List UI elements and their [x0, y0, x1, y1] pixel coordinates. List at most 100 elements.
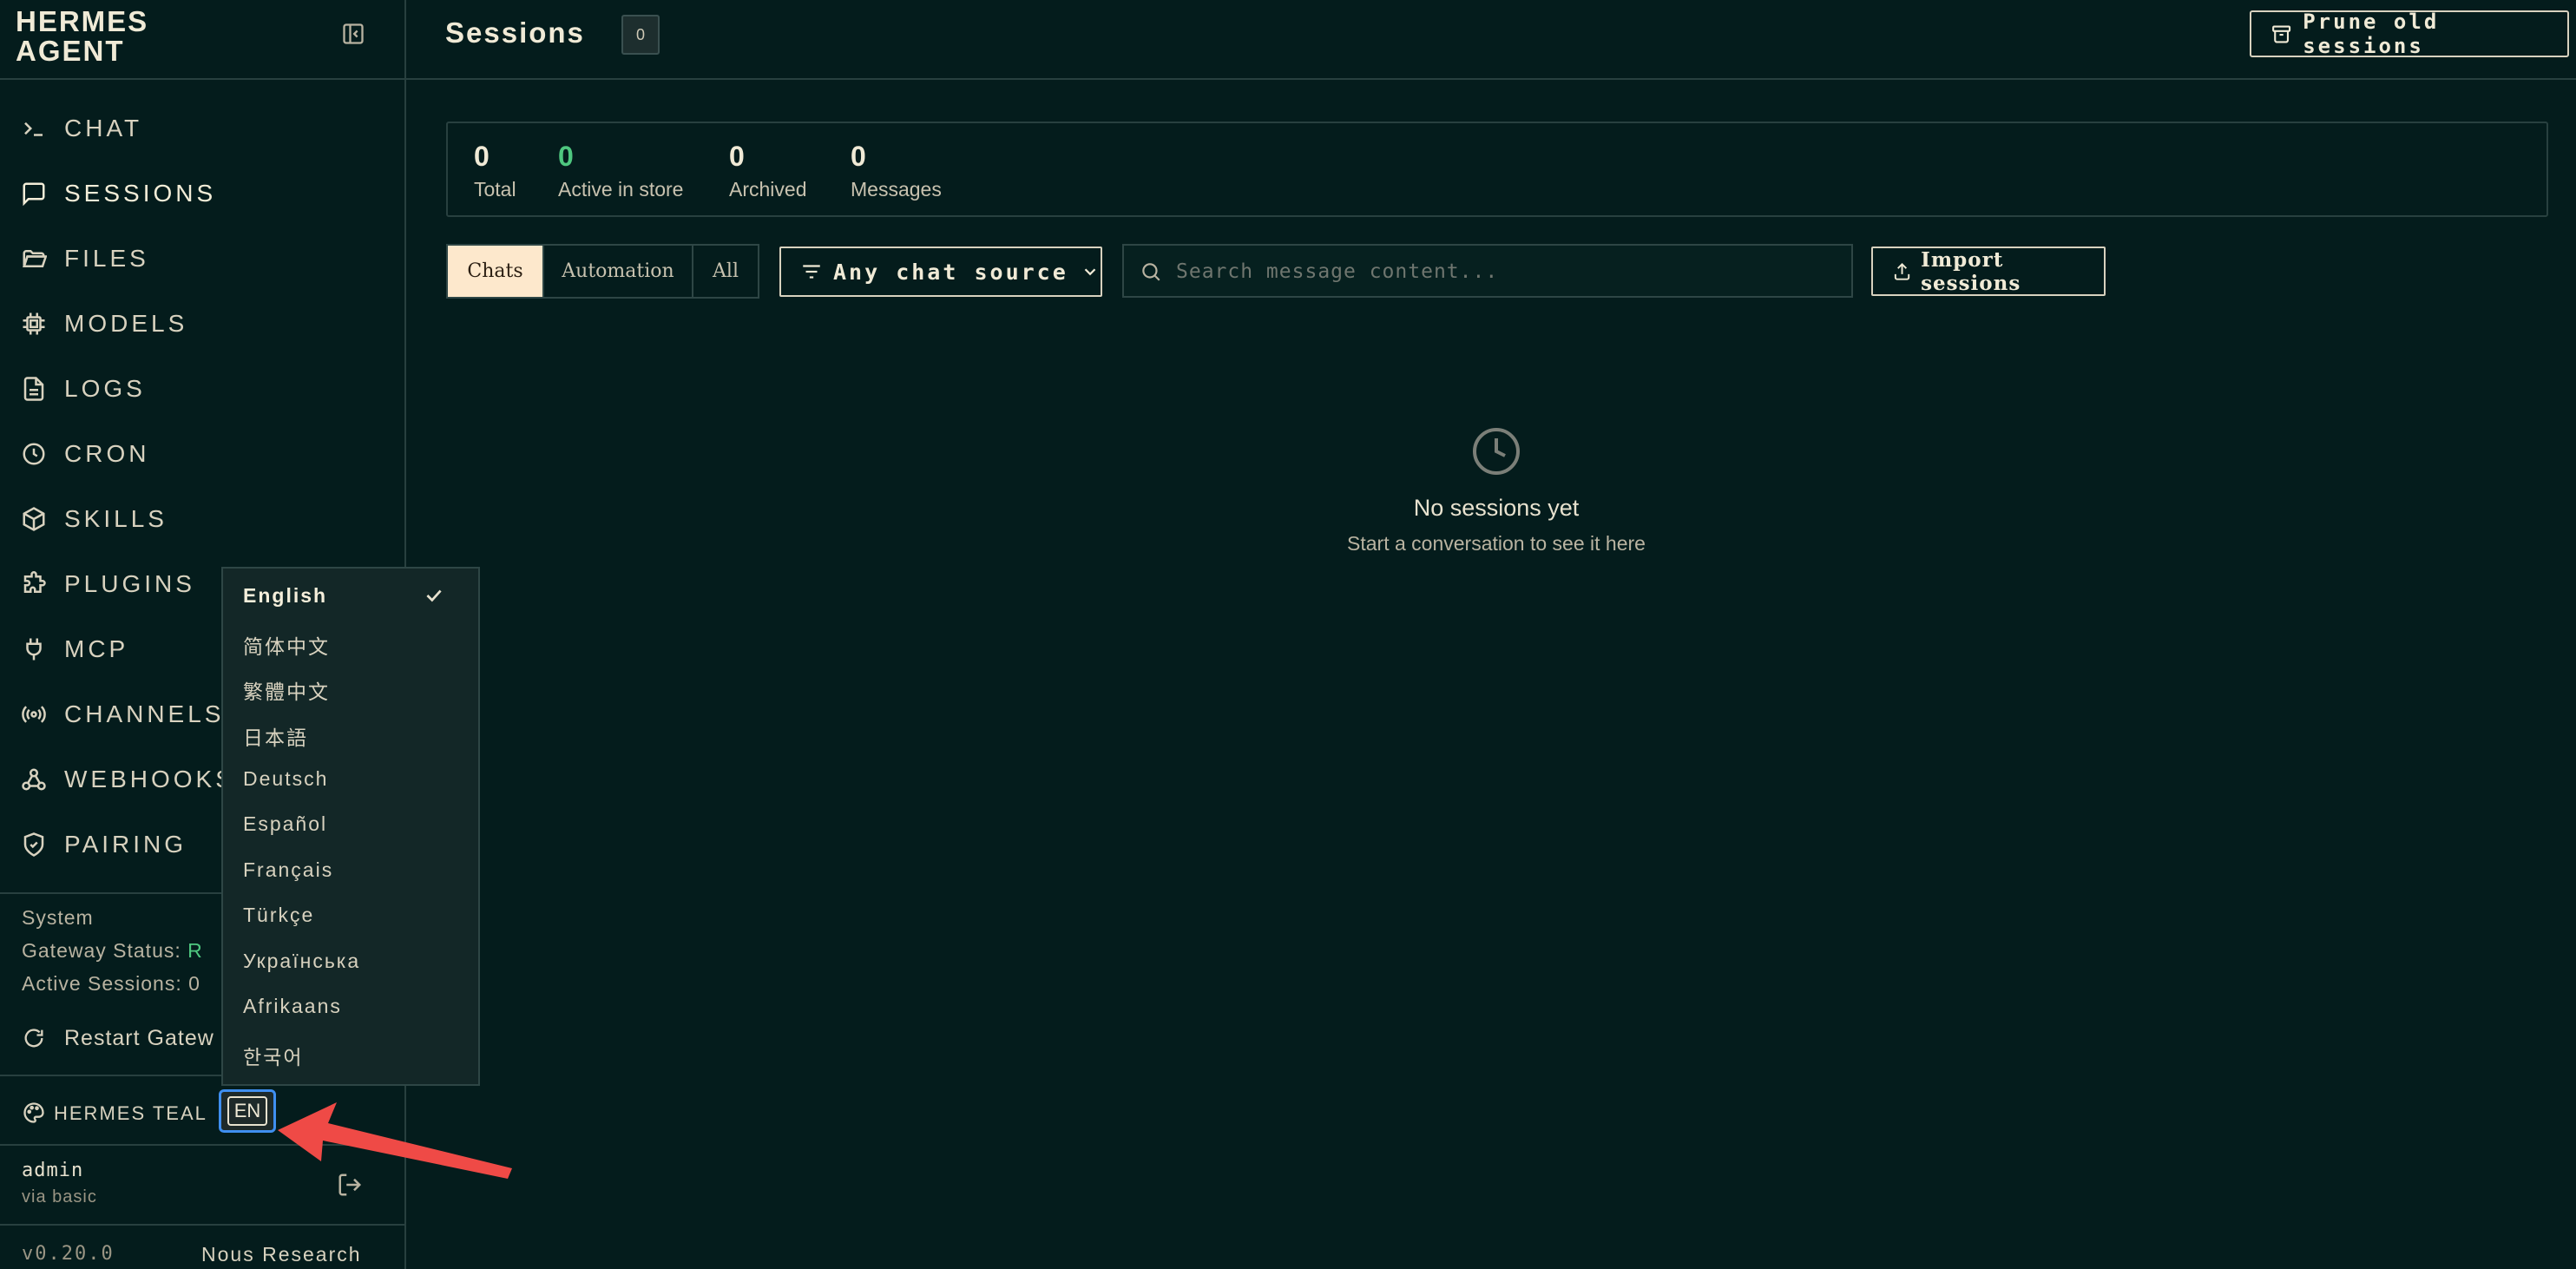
file-text-icon — [23, 376, 44, 401]
active-sessions: Active Sessions: 0 — [22, 972, 200, 996]
puzzle-icon — [23, 570, 46, 593]
sidebar-item-sessions[interactable]: SESSIONS — [0, 161, 404, 226]
language-option-french[interactable]: Français — [243, 858, 469, 893]
prune-button-label: Prune old sessions — [2303, 10, 2440, 58]
sidebar-item-label: LOGS — [64, 374, 146, 402]
sidebar-item-label: FILES — [64, 244, 149, 272]
empty-state-subtitle: Start a conversation to see it here — [1347, 532, 1646, 555]
message-square-icon — [23, 182, 45, 206]
vendor-link[interactable]: Nous Research — [201, 1243, 362, 1266]
sidebar-item-cron[interactable]: CRON — [0, 421, 404, 486]
language-option-label: English — [243, 584, 328, 607]
active-sessions-label: Active Sessions: — [22, 972, 182, 995]
language-option-german[interactable]: Deutsch — [243, 767, 469, 802]
session-count-badge: 0 — [621, 15, 660, 55]
prune-old-sessions-button[interactable]: Prune old sessions — [2250, 10, 2569, 58]
sidebar-item-files[interactable]: FILES — [0, 226, 404, 291]
stat-value: 0 — [558, 141, 574, 172]
cpu-chip-icon — [23, 312, 45, 334]
system-heading: System — [22, 906, 94, 929]
shield-check-icon — [23, 832, 44, 857]
search-icon — [1142, 263, 1160, 281]
language-option-korean[interactable]: 한국어 — [243, 1041, 469, 1075]
radio-broadcast-icon — [22, 705, 46, 723]
upload-icon — [1894, 262, 1910, 280]
chevron-down-icon — [1084, 268, 1096, 276]
clock-icon — [1473, 428, 1520, 475]
tab-all[interactable]: All — [693, 246, 758, 297]
session-type-tabs: Chats Automation All — [446, 244, 759, 299]
page-header: Sessions 0 Prune old sessions — [406, 0, 2576, 80]
language-option-turkish[interactable]: Türkçe — [243, 904, 469, 938]
plug-icon — [26, 638, 42, 660]
empty-state: No sessions yet Start a conversation to … — [1236, 425, 1757, 573]
page-title: Sessions — [445, 16, 585, 49]
stat-label: Total — [474, 178, 516, 201]
sidebar-footer: v0.20.0 Nous Research — [0, 1227, 404, 1269]
language-option-afrikaans[interactable]: Afrikaans — [243, 995, 469, 1029]
active-sessions-value: 0 — [188, 972, 200, 995]
brand-logo: HERMES AGENT — [16, 5, 149, 67]
stat-value: 0 — [729, 141, 745, 172]
stat-messages: 0 Messages — [851, 141, 942, 201]
sidebar-item-chat[interactable]: CHAT — [0, 95, 404, 161]
package-cube-icon — [23, 506, 45, 531]
refresh-icon — [24, 1029, 43, 1048]
collapse-sidebar-icon[interactable] — [341, 22, 365, 46]
stat-label: Messages — [851, 178, 942, 201]
empty-state-title: No sessions yet — [1413, 495, 1580, 521]
language-option-spanish[interactable]: Español — [243, 812, 469, 847]
terminal-icon — [24, 122, 43, 136]
brand-header: HERMES AGENT — [0, 0, 404, 80]
version-label: v0.20.0 — [22, 1243, 115, 1265]
sidebar-item-skills[interactable]: SKILLS — [0, 486, 404, 551]
import-button-label: Import sessions — [1921, 247, 2021, 295]
sidebar-item-label: CRON — [64, 439, 150, 467]
user-name: admin — [22, 1160, 84, 1181]
gateway-status-label: Gateway Status: — [22, 939, 181, 962]
sidebar-item-logs[interactable]: LOGS — [0, 356, 404, 421]
sidebar-item-label: SKILLS — [64, 504, 168, 532]
search-input[interactable] — [1176, 254, 1836, 289]
language-option-ukrainian[interactable]: Українська — [243, 950, 469, 984]
chat-source-select[interactable]: Any chat source — [779, 247, 1102, 297]
palette-icon[interactable] — [22, 1101, 46, 1125]
annotation-arrow — [278, 1102, 512, 1179]
language-code: EN — [227, 1096, 268, 1126]
language-option-zh-hant[interactable]: 繁體中文 — [243, 675, 469, 710]
sidebar-item-label: MCP — [64, 634, 129, 662]
sidebar-item-label: PLUGINS — [64, 569, 195, 597]
session-stats: 0 Total 0 Active in store 0 Archived 0 M… — [446, 122, 2548, 217]
stat-active-in-store: 0 Active in store — [558, 141, 683, 201]
clock-icon — [23, 443, 45, 464]
search-box — [1122, 244, 1853, 298]
sidebar-item-models[interactable]: MODELS — [0, 291, 404, 356]
folder-open-icon — [23, 249, 47, 267]
language-menu: English 简体中文 繁體中文 日本語 Deutsch Español Fr… — [221, 567, 480, 1086]
tab-chats[interactable]: Chats — [448, 246, 544, 297]
restart-gateway-label: Restart Gatew — [64, 1026, 214, 1050]
language-button[interactable]: EN — [219, 1089, 276, 1133]
stat-total: 0 Total — [474, 141, 516, 201]
stat-value: 0 — [851, 141, 866, 172]
webhook-icon — [22, 768, 46, 790]
sidebar-item-label: SESSIONS — [64, 179, 217, 207]
stat-label: Active in store — [558, 178, 684, 201]
gateway-status-value: R — [187, 939, 203, 962]
language-option-japanese[interactable]: 日本語 — [243, 721, 469, 756]
tab-automation[interactable]: Automation — [544, 246, 693, 297]
sidebar-item-label: MODELS — [64, 309, 188, 337]
stat-label: Archived — [729, 178, 807, 201]
sidebar-item-label: PAIRING — [64, 830, 187, 858]
gateway-status: Gateway Status: R — [22, 939, 203, 963]
chat-source-value: Any chat source — [833, 259, 1068, 285]
auth-method: via basic — [22, 1187, 97, 1207]
language-option-zh-hans[interactable]: 简体中文 — [243, 630, 469, 665]
stat-archived: 0 Archived — [729, 141, 806, 201]
archive-icon — [2272, 25, 2291, 43]
stat-value: 0 — [474, 141, 490, 172]
sidebar-item-label: WEBHOOKS — [64, 765, 235, 792]
import-sessions-button[interactable]: Import sessions — [1871, 247, 2106, 296]
theme-name[interactable]: HERMES TEAL — [54, 1102, 207, 1125]
filter-icon — [803, 265, 820, 279]
